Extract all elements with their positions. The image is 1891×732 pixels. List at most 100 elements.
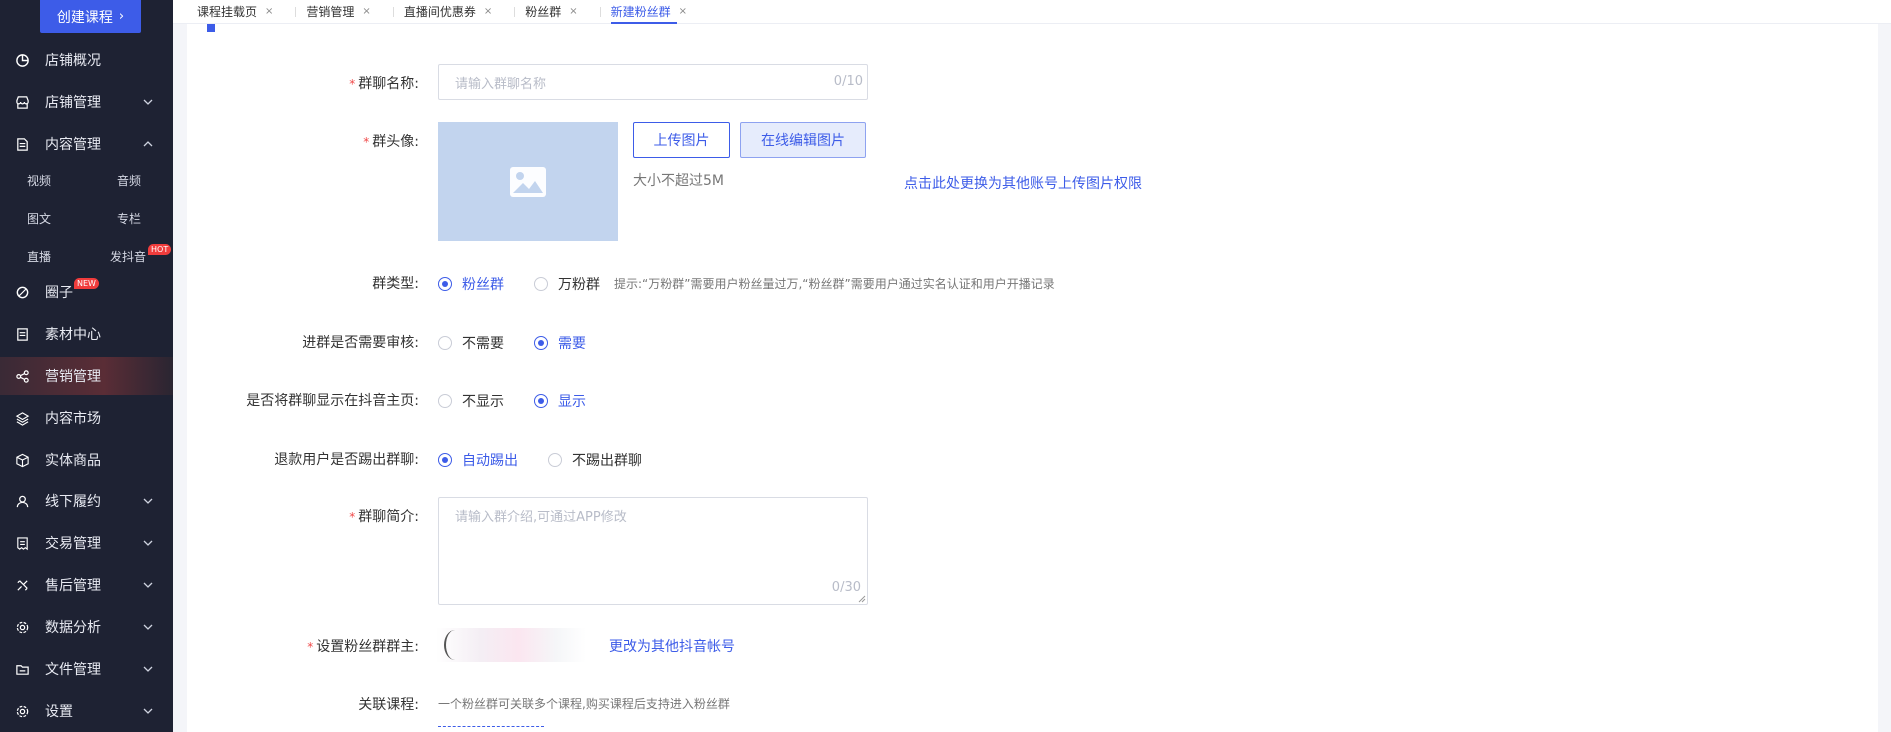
sidebar-item-aftersale[interactable]: 售后管理 — [0, 566, 173, 604]
add-course-button[interactable] — [438, 726, 544, 732]
sidebar-item-label: 线下履约 — [45, 494, 101, 510]
close-icon[interactable]: × — [484, 6, 492, 17]
intro-textarea[interactable]: 请输入群介绍,可通过APP修改 0/30 — [438, 497, 868, 605]
sidebar-item-label: 数据分析 — [45, 620, 101, 636]
service-icon — [14, 577, 30, 593]
intro-label: * 群聊简介: — [349, 509, 419, 525]
hot-badge: HOT — [148, 244, 172, 255]
sidebar-item-label: 售后管理 — [45, 578, 101, 594]
required-mark: * — [349, 77, 356, 91]
sidebar-item-label: 内容管理 — [45, 137, 101, 153]
create-course-button[interactable]: 创建课程 › — [40, 0, 141, 33]
radio-fan-group[interactable]: 粉丝群 — [438, 274, 504, 294]
avatar-preview[interactable] — [438, 122, 618, 241]
radio-dot — [438, 336, 452, 350]
close-icon[interactable]: × — [569, 6, 577, 17]
radio-dot — [534, 277, 548, 291]
edit-image-online-button[interactable]: 在线编辑图片 — [740, 122, 866, 158]
sidebar-item-shop-manage[interactable]: 店铺管理 — [0, 83, 173, 121]
switch-upload-account-link[interactable]: 点击此处更换为其他账号上传图片权限 — [904, 173, 1142, 193]
sidebar-item-trade[interactable]: 交易管理 — [0, 524, 173, 562]
upload-image-button[interactable]: 上传图片 — [633, 122, 730, 158]
sidebar-sub-audio[interactable]: 音频 — [117, 172, 141, 189]
tab-divider — [599, 6, 601, 17]
settings-icon — [14, 703, 30, 719]
sidebar-item-content-manage[interactable]: 内容管理 — [0, 125, 173, 163]
radio-dot — [534, 394, 548, 408]
sidebar-item-label: 圈子 — [45, 285, 73, 301]
avatar-label: * 群头像: — [363, 134, 419, 150]
sidebar-sub-article[interactable]: 图文 — [27, 210, 51, 227]
material-icon — [14, 326, 30, 342]
change-owner-link[interactable]: 更改为其他抖音帐号 — [609, 636, 735, 656]
group-name-placeholder: 请输入群聊名称 — [455, 77, 547, 92]
refund-kick-label: 退款用户是否踢出群聊: — [274, 452, 419, 468]
group-name-input[interactable]: 请输入群聊名称 0/10 — [438, 64, 868, 100]
radio-no-review[interactable]: 不需要 — [438, 333, 504, 353]
chevron-down-icon — [143, 582, 153, 588]
radio-no-kick[interactable]: 不踢出群聊 — [548, 450, 642, 470]
chevron-down-icon — [143, 666, 153, 672]
chevron-down-icon — [143, 99, 153, 105]
tab-divider — [295, 6, 297, 17]
tab-divider — [514, 6, 516, 17]
resize-handle-icon[interactable] — [858, 595, 866, 603]
intro-counter: 0/30 — [831, 580, 861, 595]
layers-icon — [14, 410, 30, 426]
sidebar-item-content-market[interactable]: 内容市场 — [0, 399, 173, 437]
tab-label: 粉丝群 — [525, 5, 562, 19]
tab-fan-group[interactable]: 粉丝群 × — [525, 0, 589, 24]
group-name-label: * 群聊名称: — [349, 76, 419, 92]
sidebar-item-marketing[interactable]: 营销管理 — [0, 357, 173, 395]
sidebar-item-physical[interactable]: 实体商品 — [0, 441, 173, 479]
sidebar-sub-column[interactable]: 专栏 — [117, 210, 141, 227]
show-home-label: 是否将群聊显示在抖音主页: — [246, 393, 419, 409]
chevron-up-icon — [143, 141, 153, 147]
tab-label: 课程挂载页 — [197, 5, 258, 19]
close-icon[interactable]: × — [679, 6, 687, 17]
tab-bar: 课程挂载页 × 营销管理 × 直播间优惠券 × 粉丝群 × 新建粉丝群 × — [173, 0, 1891, 24]
chevron-down-icon — [143, 708, 153, 714]
sidebar-item-label: 文件管理 — [45, 662, 101, 678]
course-label: 关联课程: — [358, 697, 419, 713]
close-icon[interactable]: × — [265, 6, 273, 17]
tab-marketing[interactable]: 营销管理 × — [306, 0, 382, 24]
radio-need-review[interactable]: 需要 — [534, 333, 586, 353]
sidebar-sub-live[interactable]: 直播 — [27, 248, 51, 265]
radio-dot — [548, 453, 562, 467]
avatar-icon — [444, 630, 466, 660]
sidebar-item-shop-overview[interactable]: 店铺概况 — [0, 41, 173, 79]
document-icon — [14, 136, 30, 152]
radio-auto-kick[interactable]: 自动踢出 — [438, 450, 518, 470]
group-type-label: 群类型: — [372, 276, 419, 292]
close-icon[interactable]: × — [362, 6, 370, 17]
user-icon — [14, 493, 30, 509]
sidebar-item-analytics[interactable]: 数据分析 — [0, 608, 173, 646]
main-area: 课程挂载页 × 营销管理 × 直播间优惠券 × 粉丝群 × 新建粉丝群 × — [173, 0, 1891, 732]
radio-10k-fan-group[interactable]: 万粉群 — [534, 274, 600, 294]
radio-hide-home[interactable]: 不显示 — [438, 391, 504, 411]
radio-show-home[interactable]: 显示 — [534, 391, 586, 411]
tab-new-fan-group[interactable]: 新建粉丝群 × — [610, 0, 699, 24]
sidebar-item-material[interactable]: 素材中心 — [0, 315, 173, 353]
sidebar-item-files[interactable]: 文件管理 — [0, 650, 173, 688]
share-nodes-icon — [14, 368, 30, 384]
sidebar-item-settings[interactable]: 设置 — [0, 692, 173, 730]
sidebar-sub-douyin[interactable]: 发抖音 — [110, 248, 146, 265]
image-placeholder-icon — [510, 166, 546, 197]
chevron-down-icon — [143, 624, 153, 630]
tab-divider — [392, 6, 394, 17]
group-name-counter: 0/10 — [833, 74, 863, 89]
sidebar-item-offline[interactable]: 线下履约 — [0, 482, 173, 520]
required-mark: * — [307, 640, 314, 654]
sidebar-item-label: 店铺概况 — [45, 53, 101, 69]
sidebar-item-label: 素材中心 — [45, 327, 101, 343]
owner-label: * 设置粉丝群群主: — [307, 639, 419, 655]
sidebar-item-label: 内容市场 — [45, 411, 101, 427]
tab-live-coupon[interactable]: 直播间优惠券 × — [404, 0, 504, 24]
new-badge: NEW — [74, 278, 99, 289]
tab-course-mount[interactable]: 课程挂载页 × — [197, 0, 285, 24]
sidebar-sub-video[interactable]: 视频 — [27, 172, 51, 189]
pie-chart-icon — [14, 52, 30, 68]
chevron-down-icon — [143, 498, 153, 504]
